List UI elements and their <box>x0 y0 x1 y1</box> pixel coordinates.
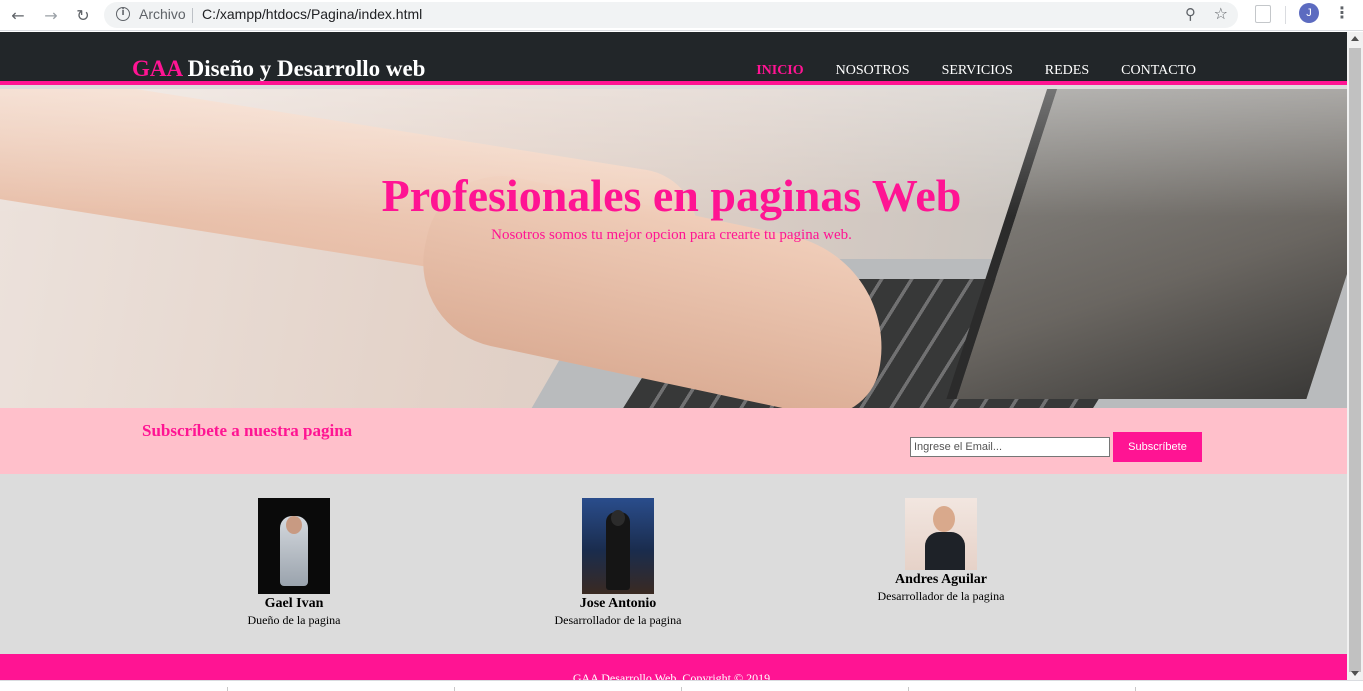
back-arrow-icon[interactable]: ← <box>5 3 31 27</box>
star-icon[interactable]: ☆ <box>1214 4 1228 23</box>
member-role: Dueño de la pagina <box>247 613 341 627</box>
member-role: Desarrollador de la pagina <box>554 613 682 627</box>
address-bar[interactable]: i Archivo C:/xampp/htdocs/Pagina/index.h… <box>104 2 1238 28</box>
team-member: Andres Aguilar Desarrollador de la pagin… <box>831 498 1051 604</box>
subscribe-button[interactable]: Subscríbete <box>1113 432 1202 462</box>
hero-banner: Profesionales en paginas Web Nosotros so… <box>0 89 1347 408</box>
browser-toolbar: ← → ↻ i Archivo C:/xampp/htdocs/Pagina/i… <box>0 0 1363 31</box>
scroll-up-icon[interactable] <box>1351 36 1359 41</box>
nav-link-contacto[interactable]: CONTACTO <box>1121 63 1196 79</box>
hero-title: Profesionales en paginas Web <box>381 170 962 221</box>
member-name: Gael Ivan <box>264 596 324 611</box>
nav-link-redes[interactable]: REDES <box>1045 63 1089 79</box>
url-text[interactable]: C:/xampp/htdocs/Pagina/index.html <box>202 6 422 22</box>
logo-title: Diseño y Desarrollo web <box>187 56 426 81</box>
reload-icon[interactable]: ↻ <box>70 3 96 27</box>
menu-dots-icon[interactable]: ⋮ <box>1334 3 1350 22</box>
hero-overlay <box>0 89 1347 408</box>
page-viewport: GAA Diseño y Desarrollo web INICIO NOSOT… <box>0 32 1347 680</box>
site-footer: GAA Desarrollo Web. Copyright © 2019 <box>0 654 1347 680</box>
address-divider <box>192 8 193 23</box>
main-nav: INICIO NOSOTROS SERVICIOS REDES CONTACTO <box>756 63 1196 79</box>
info-icon[interactable]: i <box>116 7 130 21</box>
member-role: Desarrollador de la pagina <box>877 589 1005 603</box>
extension-icon[interactable] <box>1255 5 1271 23</box>
site-header: GAA Diseño y Desarrollo web INICIO NOSOT… <box>0 32 1347 85</box>
email-input[interactable] <box>910 437 1110 457</box>
nav-link-inicio[interactable]: INICIO <box>756 63 803 79</box>
member-photo <box>582 498 654 594</box>
zoom-icon[interactable]: ⚲ <box>1185 5 1196 23</box>
subscribe-section: Subscríbete a nuestra pagina Subscríbete <box>0 408 1347 474</box>
scroll-down-icon[interactable] <box>1351 671 1359 676</box>
profile-avatar[interactable]: J <box>1299 3 1319 23</box>
member-name: Andres Aguilar <box>895 572 987 587</box>
security-label: Archivo <box>139 6 186 22</box>
team-member: Gael Ivan Dueño de la pagina <box>184 498 404 628</box>
nav-link-servicios[interactable]: SERVICIOS <box>942 63 1013 79</box>
team-section: Gael Ivan Dueño de la pagina Jose Antoni… <box>0 474 1347 654</box>
forward-arrow-icon[interactable]: → <box>38 3 64 27</box>
site-logo[interactable]: GAA Diseño y Desarrollo web <box>132 56 425 82</box>
member-photo <box>905 498 977 570</box>
toolbar-divider <box>1285 6 1286 24</box>
scroll-thumb[interactable] <box>1349 48 1361 672</box>
nav-link-nosotros[interactable]: NOSOTROS <box>836 63 910 79</box>
bottom-bar <box>0 680 1363 691</box>
subscribe-title: Subscríbete a nuestra pagina <box>142 421 353 440</box>
member-name: Jose Antonio <box>579 596 657 611</box>
page-scrollbar[interactable] <box>1347 32 1363 680</box>
logo-brand: GAA <box>132 56 182 81</box>
member-photo <box>258 498 330 594</box>
footer-copyright: GAA Desarrollo Web. Copyright © 2019 <box>572 671 771 680</box>
hero-subtitle: Nosotros somos tu mejor opcion para crea… <box>491 227 852 243</box>
team-member: Jose Antonio Desarrollador de la pagina <box>508 498 728 628</box>
